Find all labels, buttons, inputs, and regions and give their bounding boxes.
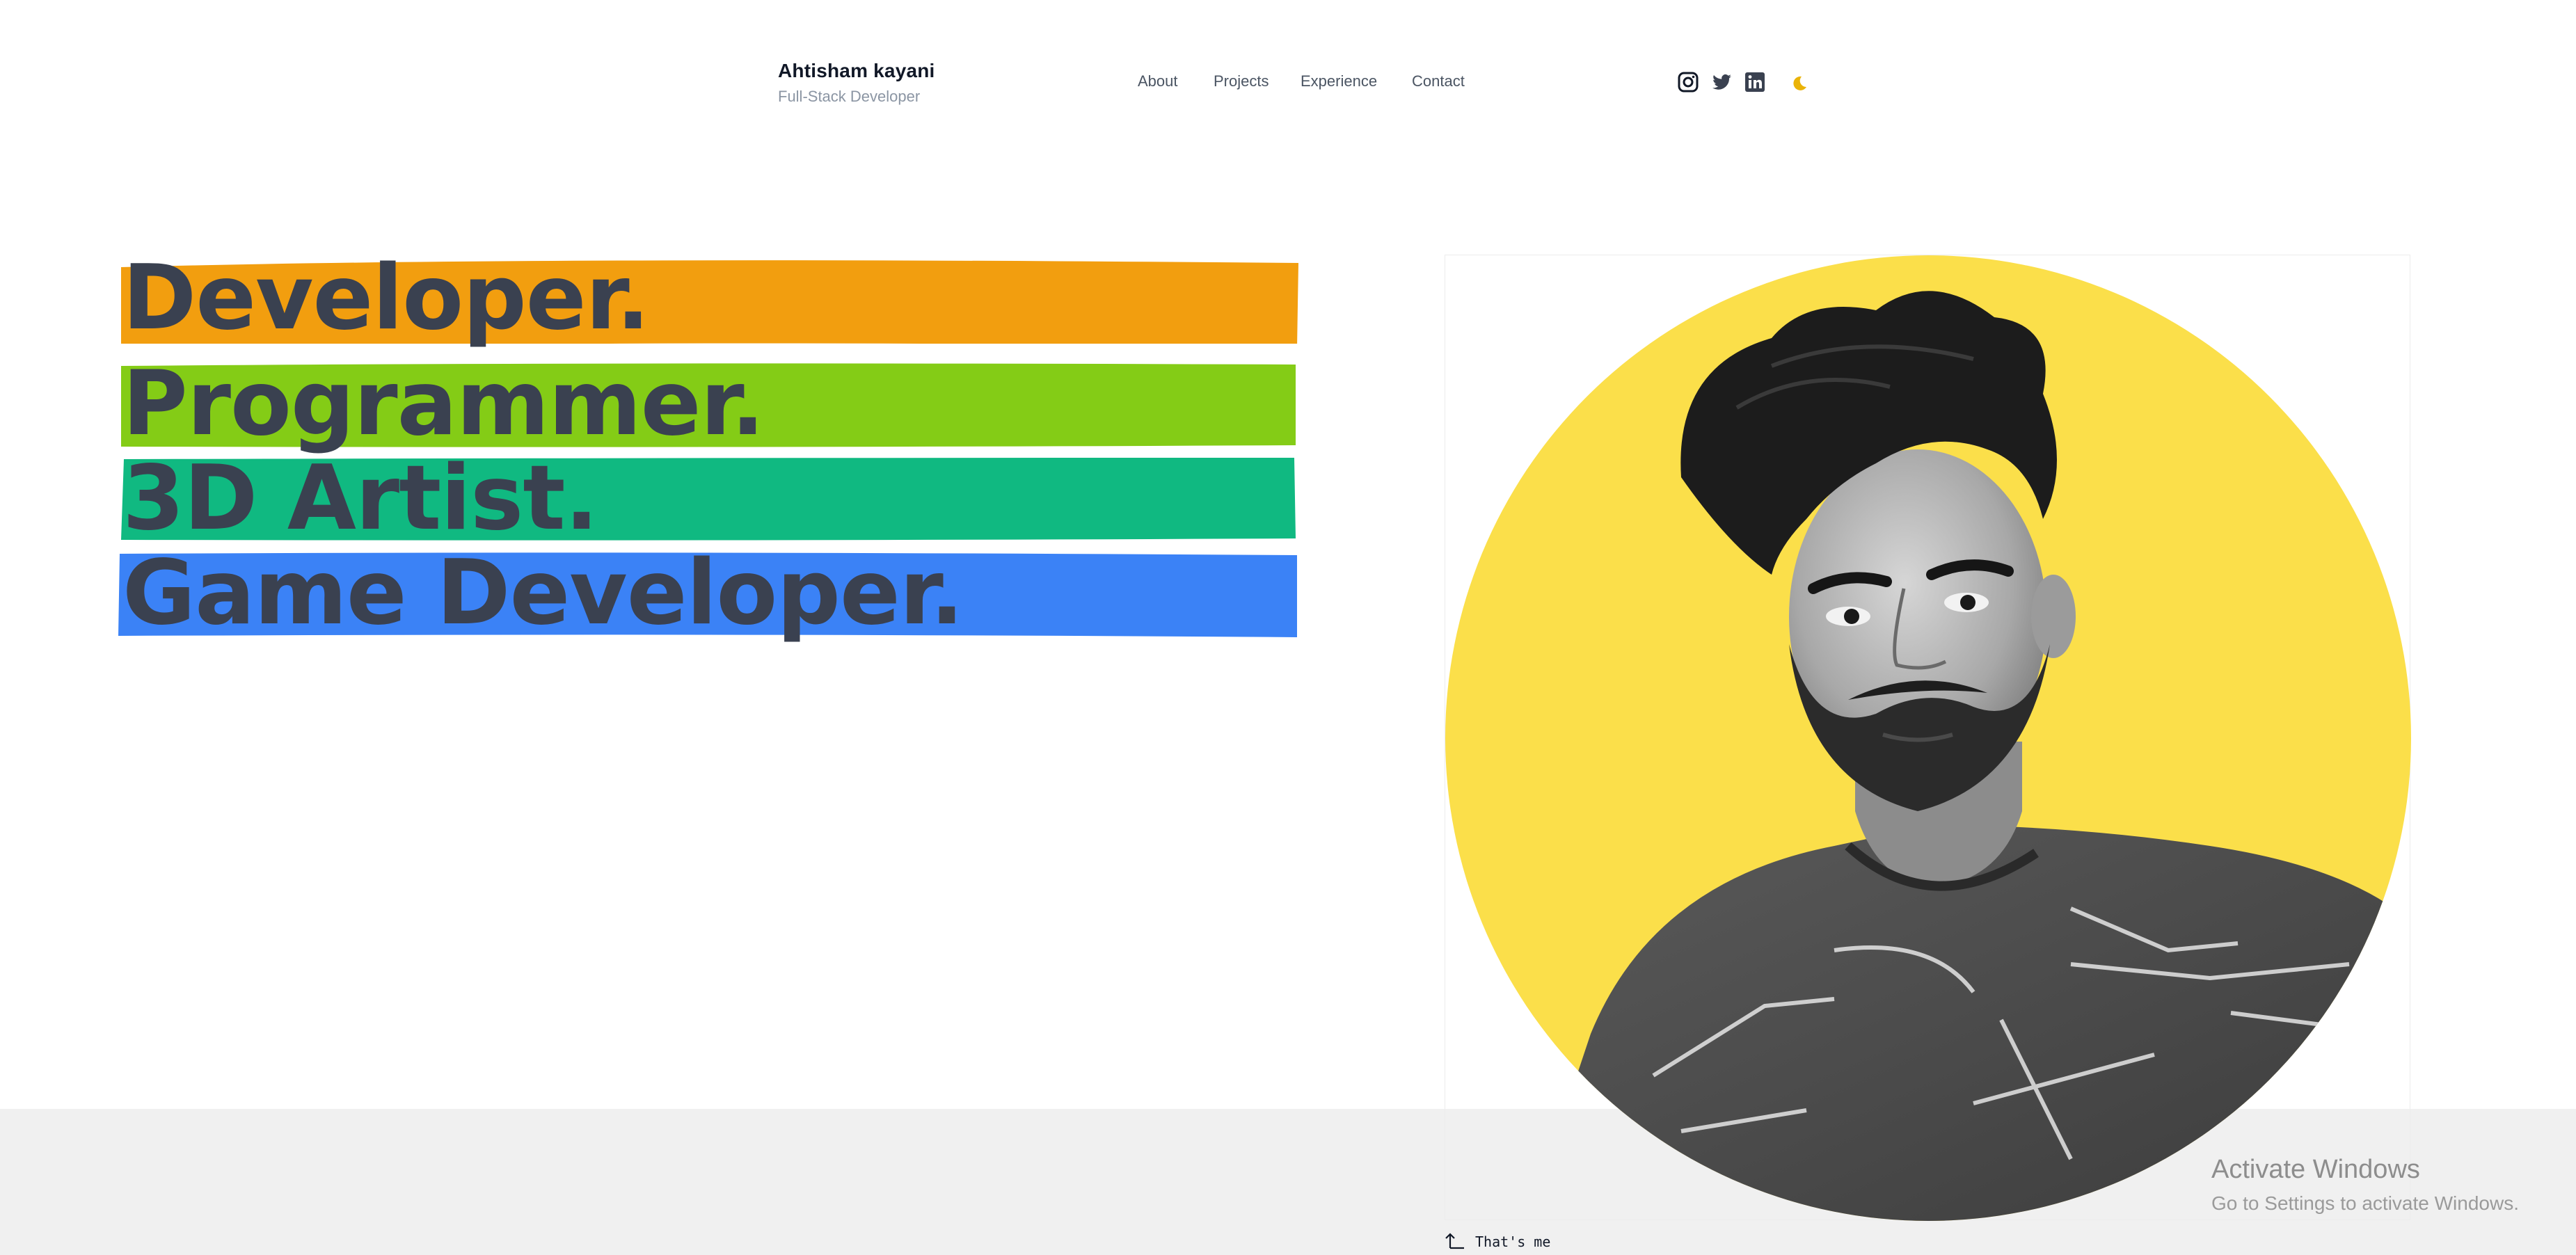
- corner-up-arrow-icon: [1445, 1233, 1464, 1249]
- hero-heading-game-developer: Game Developer.: [118, 541, 1298, 645]
- hero-word: Game Developer.: [122, 541, 964, 645]
- nav-experience[interactable]: Experience: [1301, 72, 1377, 90]
- nav-projects[interactable]: Projects: [1214, 72, 1269, 90]
- twitter-icon[interactable]: [1710, 71, 1733, 93]
- nav-contact[interactable]: Contact: [1412, 72, 1465, 90]
- hero-heading-programmer: Programmer.: [118, 352, 1298, 456]
- moon-icon[interactable]: [1788, 72, 1809, 93]
- hero-word: Programmer.: [122, 352, 765, 456]
- caption-text: That's me: [1475, 1233, 1551, 1250]
- portrait-caption: That's me: [1445, 1231, 1550, 1250]
- activate-windows-subtitle: Go to Settings to activate Windows.: [2211, 1192, 2519, 1214]
- page: Ahtisham kayani Full-Stack Developer Abo…: [0, 0, 2576, 1255]
- instagram-icon[interactable]: [1677, 71, 1699, 93]
- linkedin-icon[interactable]: [1744, 71, 1766, 93]
- brand-name[interactable]: Ahtisham kayani: [778, 60, 935, 82]
- hero-heading-developer: Developer.: [118, 246, 1298, 350]
- hero-word: 3D Artist.: [122, 447, 598, 550]
- hero-word: Developer.: [122, 246, 650, 350]
- nav-about[interactable]: About: [1138, 72, 1178, 90]
- profile-photo: [1445, 255, 2411, 1221]
- brand-role: Full-Stack Developer: [778, 88, 921, 105]
- activate-windows-title: Activate Windows: [2211, 1155, 2420, 1184]
- hero-heading-3d-artist: 3D Artist.: [118, 447, 1298, 550]
